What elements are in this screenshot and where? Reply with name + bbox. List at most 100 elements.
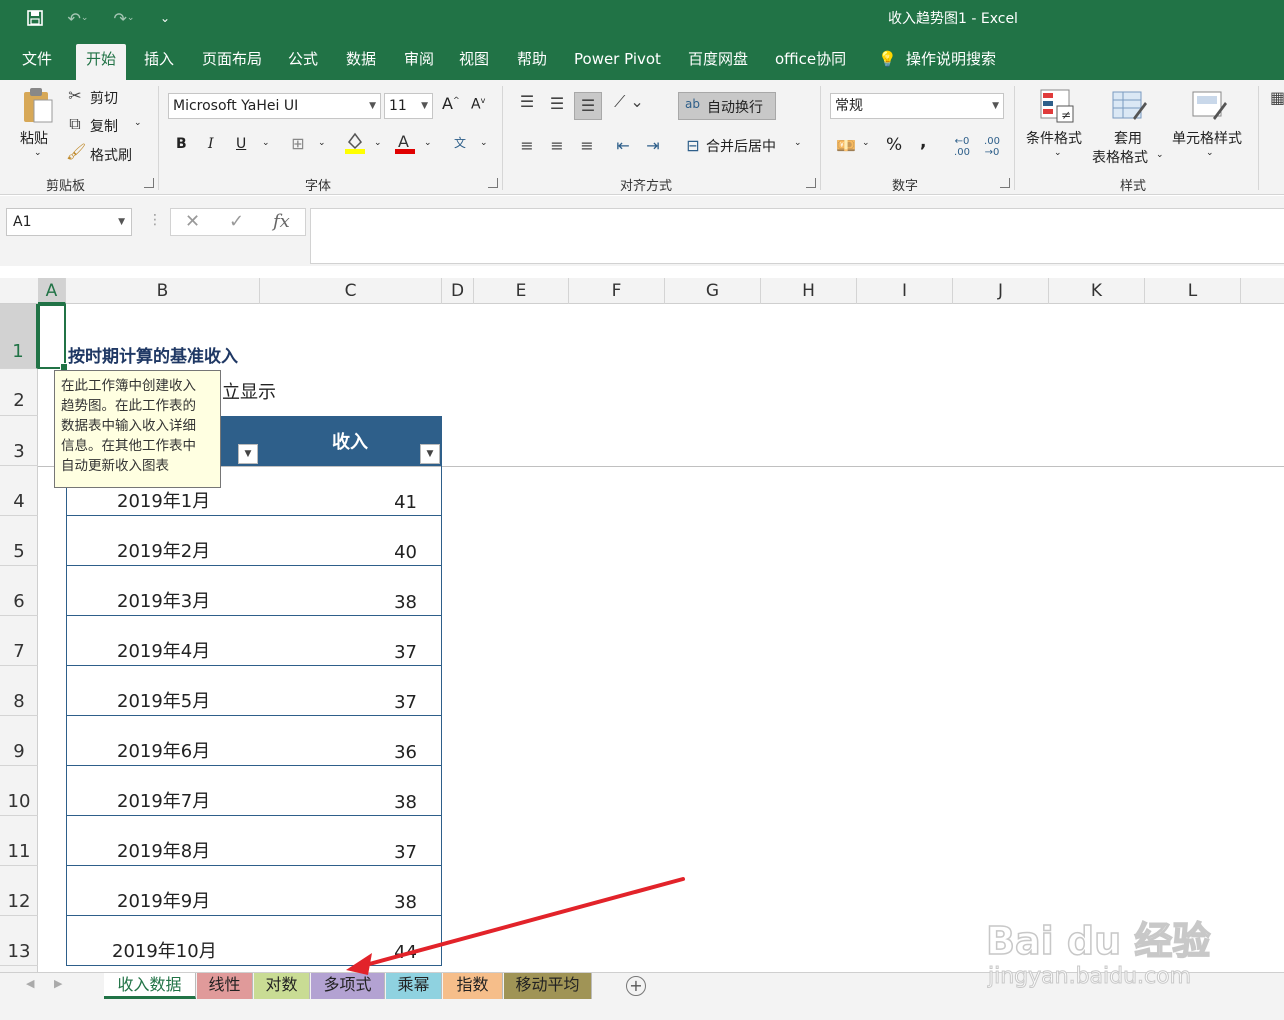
paste-icon[interactable] [18,86,58,126]
tab-formulas[interactable]: 公式 [278,44,328,80]
sheet-tab-moving-average[interactable]: 移动平均 [504,973,592,999]
format-as-table-button[interactable]: 表格格式 [1092,147,1148,167]
tab-data[interactable]: 数据 [336,44,386,80]
underline-dropdown-icon[interactable]: ⌄ [262,138,270,148]
sheet-tab-log[interactable]: 对数 [254,973,310,999]
name-box[interactable]: A1 ▼ [6,208,132,236]
tab-baidu-netdisk[interactable]: 百度网盘 [678,44,758,80]
table-row[interactable]: 2019年6月 36 [66,716,442,766]
column-header[interactable]: H [761,278,857,304]
borders-dropdown-icon[interactable]: ⌄ [318,138,326,148]
merge-center-button[interactable]: 合并后居中 [706,136,776,156]
wrap-text-button[interactable]: ab 自动换行 [678,92,776,120]
accounting-format-icon[interactable]: 💴 [834,136,858,155]
increase-indent-icon[interactable]: ⇥ [642,136,664,155]
font-name-combo[interactable]: Microsoft YaHei UI ▼ [168,93,381,119]
column-header[interactable]: K [1049,278,1145,304]
conditional-format-icon[interactable]: ≠ [1038,88,1076,124]
paste-button[interactable]: 粘贴 [20,128,48,148]
worksheet-grid[interactable]: A B C D E F G H I J K L 1 2 3 4 5 6 7 8 … [0,266,1284,972]
row-header[interactable]: 2 [0,369,38,416]
decrease-font-icon[interactable]: Av [471,96,485,113]
format-painter-button[interactable]: 格式刷 [90,145,132,165]
cut-icon[interactable]: ✂ [66,86,84,105]
align-bottom-icon[interactable]: ☰ [574,92,602,120]
add-sheet-icon[interactable]: + [626,976,646,996]
column-header[interactable]: J [953,278,1049,304]
comma-button[interactable]: , [920,132,926,152]
align-right-icon[interactable]: ≡ [576,136,598,155]
column-header[interactable]: E [474,278,569,304]
fill-color-icon[interactable] [344,130,366,158]
sheet-tab-exponential[interactable]: 指数 [443,973,503,999]
orientation-icon[interactable]: ⟋ ⌄ [614,92,644,112]
font-size-combo[interactable]: 11 ▼ [384,93,433,119]
tab-help[interactable]: 帮助 [507,44,557,80]
row-header[interactable]: 1 [0,304,38,369]
table-row[interactable]: 2019年5月 37 [66,666,442,716]
number-launcher-icon[interactable] [1000,178,1010,188]
table-row[interactable]: 2019年2月 40 [66,516,442,566]
filter-dropdown-icon[interactable]: ▼ [238,444,258,464]
filter-dropdown-icon[interactable]: ▼ [420,444,440,464]
align-center-icon[interactable]: ≡ [546,136,568,155]
tab-file[interactable]: 文件 [12,44,62,80]
phonetic-icon[interactable]: 文 [450,134,470,151]
tab-insert[interactable]: 插入 [134,44,184,80]
borders-icon[interactable]: ⊞ [288,134,308,153]
tab-review[interactable]: 审阅 [394,44,444,80]
redo-icon[interactable]: ↷ ⌄ [104,6,144,30]
fill-color-dropdown-icon[interactable]: ⌄ [374,138,382,148]
phonetic-dropdown-icon[interactable]: ⌄ [480,138,488,148]
row-header[interactable]: 6 [0,566,38,616]
align-left-icon[interactable]: ≡ [516,136,538,155]
formula-input[interactable] [310,208,1284,264]
table-row[interactable]: 2019年9月 38 [66,866,442,916]
percent-button[interactable]: % [886,135,902,155]
column-header[interactable]: F [569,278,665,304]
table-row[interactable]: 2019年3月 38 [66,566,442,616]
cell-styles-dropdown-icon[interactable]: ⌄ [1206,148,1214,158]
column-header[interactable]: G [665,278,761,304]
row-header[interactable]: 4 [0,466,38,516]
accounting-dropdown-icon[interactable]: ⌄ [862,138,870,148]
tab-view[interactable]: 视图 [449,44,499,80]
row-header[interactable]: 7 [0,616,38,666]
underline-button[interactable]: U [236,136,246,152]
sheet-tab-polynomial[interactable]: 多项式 [311,973,385,999]
font-color-dropdown-icon[interactable]: ⌄ [424,138,432,148]
row-header[interactable]: 8 [0,666,38,716]
active-cell-a1[interactable] [38,304,68,371]
clipboard-launcher-icon[interactable] [144,178,154,188]
cell-styles-button[interactable]: 单元格样式 [1172,128,1242,148]
insert-cells-icon[interactable]: ▦ [1270,88,1284,107]
number-format-combo[interactable]: 常规 ▼ [830,93,1004,119]
font-launcher-icon[interactable] [488,178,498,188]
insert-function-icon[interactable]: fx [273,211,290,232]
format-as-table-label[interactable]: 套用 [1114,128,1142,148]
cancel-icon[interactable]: ✕ [185,211,200,232]
table-row[interactable]: 2019年10月 44 [66,916,442,966]
decrease-indent-icon[interactable]: ⇤ [612,136,634,155]
decrease-decimal-icon[interactable]: .00 →0 [980,136,1004,158]
row-header[interactable]: 9 [0,716,38,766]
sheet-tab-linear[interactable]: 线性 [197,973,253,999]
tell-me-search[interactable]: 💡 操作说明搜索 [874,44,1006,80]
row-header[interactable]: 13 [0,916,38,966]
paste-dropdown-icon[interactable]: ⌄ [34,148,42,158]
column-header[interactable]: L [1145,278,1241,304]
row-header[interactable]: 10 [0,766,38,816]
table-row[interactable]: 2019年4月 37 [66,616,442,666]
bold-button[interactable]: B [176,136,187,152]
row-header[interactable]: 12 [0,866,38,916]
row-header[interactable]: 5 [0,516,38,566]
tab-page-layout[interactable]: 页面布局 [192,44,272,80]
table-row[interactable]: 2019年7月 38 [66,766,442,816]
increase-font-icon[interactable]: A^ [442,94,460,113]
conditional-format-button[interactable]: 条件格式 [1026,128,1082,148]
row-header[interactable]: 11 [0,816,38,866]
copy-button[interactable]: 复制 [90,116,118,136]
customize-icon[interactable]: ⌄ [154,6,176,30]
column-header[interactable]: A [38,278,66,304]
drag-handle-icon[interactable]: ⋮ [148,212,162,228]
